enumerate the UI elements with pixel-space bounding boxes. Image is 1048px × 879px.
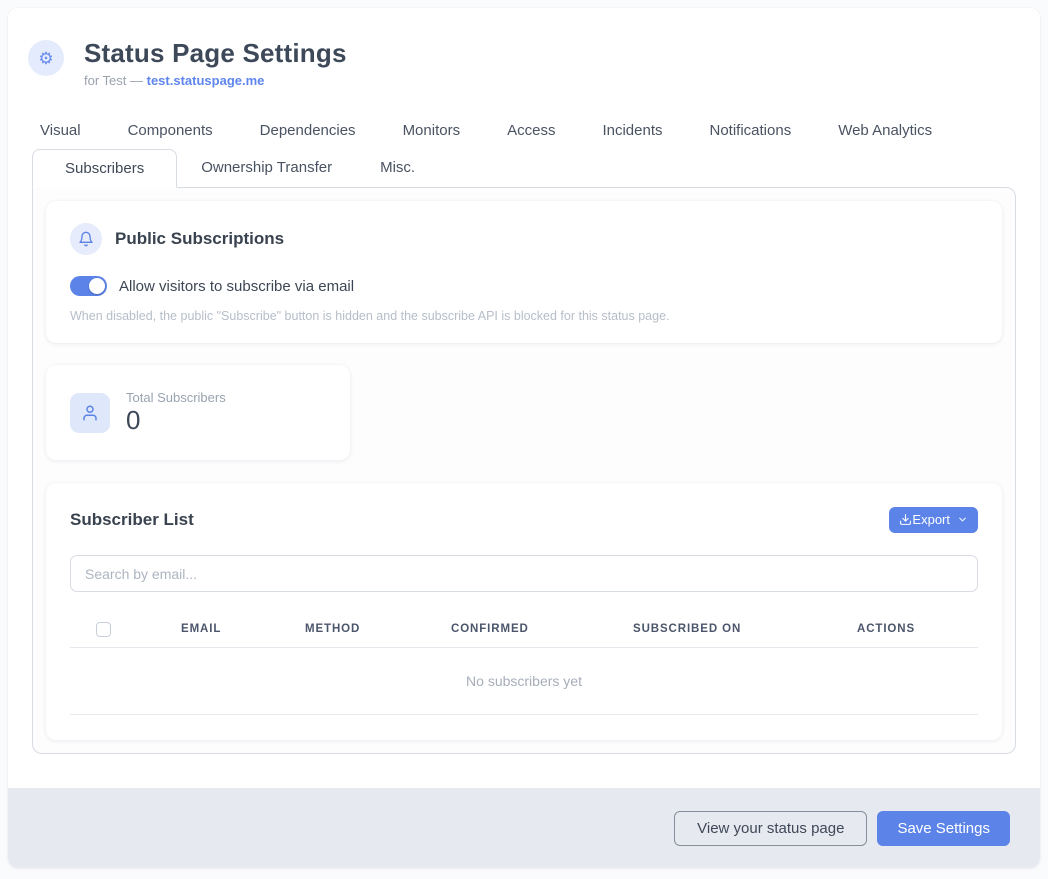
tab-web-analytics[interactable]: Web Analytics bbox=[838, 118, 932, 143]
search-input[interactable] bbox=[70, 555, 978, 592]
export-button-label: Export bbox=[912, 512, 950, 527]
status-page-link[interactable]: test.statuspage.me bbox=[147, 73, 265, 88]
subscriber-table-header-row: EMAIL METHOD CONFIRMED SUBSCRIBED ON ACT… bbox=[70, 611, 978, 648]
tab-notifications[interactable]: Notifications bbox=[710, 118, 792, 143]
view-status-page-button[interactable]: View your status page bbox=[674, 811, 867, 846]
save-settings-button[interactable]: Save Settings bbox=[877, 811, 1010, 846]
subtitle-prefix: for Test — bbox=[84, 73, 147, 88]
column-header-email: EMAIL bbox=[181, 623, 305, 635]
subscribe-toggle[interactable] bbox=[70, 276, 107, 296]
subscribers-tab-panel: Public Subscriptions Allow visitors to s… bbox=[32, 187, 1016, 754]
user-icon bbox=[70, 393, 110, 433]
total-subscribers-label: Total Subscribers bbox=[126, 390, 226, 405]
empty-state-row: No subscribers yet bbox=[70, 648, 978, 715]
tab-ownership-transfer[interactable]: Ownership Transfer bbox=[177, 149, 356, 187]
tabs-row-secondary: Subscribers Ownership Transfer Misc. bbox=[32, 149, 1016, 187]
status-page-settings-panel: ⚙ Status Page Settings for Test — test.s… bbox=[8, 8, 1040, 868]
tab-incidents[interactable]: Incidents bbox=[602, 118, 662, 143]
empty-state-message: No subscribers yet bbox=[466, 673, 582, 689]
total-subscribers-card: Total Subscribers 0 bbox=[46, 365, 350, 460]
subscriber-table: EMAIL METHOD CONFIRMED SUBSCRIBED ON ACT… bbox=[70, 611, 978, 715]
page-subtitle: for Test — test.statuspage.me bbox=[84, 73, 347, 88]
column-header-method: METHOD bbox=[305, 623, 451, 635]
tab-access[interactable]: Access bbox=[507, 118, 555, 143]
tab-subscribers[interactable]: Subscribers bbox=[32, 149, 177, 188]
column-header-actions: ACTIONS bbox=[857, 623, 978, 635]
tab-dependencies[interactable]: Dependencies bbox=[260, 118, 356, 143]
header-text: Status Page Settings for Test — test.sta… bbox=[84, 38, 347, 88]
footer-action-bar: View your status page Save Settings bbox=[8, 788, 1040, 868]
subscribe-toggle-label: Allow visitors to subscribe via email bbox=[119, 278, 354, 295]
chevron-down-icon bbox=[957, 514, 968, 525]
download-icon bbox=[899, 513, 912, 526]
subscriber-list-header: Subscriber List Export bbox=[70, 507, 978, 533]
column-header-confirmed: CONFIRMED bbox=[451, 623, 633, 635]
public-subscriptions-title: Public Subscriptions bbox=[115, 229, 284, 249]
subscribe-toggle-row: Allow visitors to subscribe via email bbox=[70, 276, 978, 296]
tabs-row-primary: Visual Components Dependencies Monitors … bbox=[8, 118, 1040, 143]
total-subscribers-value: 0 bbox=[126, 406, 226, 435]
page-header: ⚙ Status Page Settings for Test — test.s… bbox=[8, 8, 1040, 88]
bell-icon bbox=[70, 223, 102, 255]
gear-icon: ⚙ bbox=[28, 40, 64, 76]
subscribe-helper-text: When disabled, the public "Subscribe" bu… bbox=[70, 309, 978, 323]
select-all-cell bbox=[70, 622, 181, 637]
public-subscriptions-header: Public Subscriptions bbox=[70, 223, 978, 255]
export-button[interactable]: Export bbox=[889, 507, 978, 533]
public-subscriptions-card: Public Subscriptions Allow visitors to s… bbox=[46, 201, 1002, 343]
total-subscribers-meta: Total Subscribers 0 bbox=[126, 390, 226, 435]
select-all-checkbox[interactable] bbox=[96, 622, 111, 637]
page-title: Status Page Settings bbox=[84, 38, 347, 69]
subscriber-list-title: Subscriber List bbox=[70, 510, 194, 530]
tab-monitors[interactable]: Monitors bbox=[403, 118, 461, 143]
toggle-knob bbox=[89, 278, 105, 294]
tab-components[interactable]: Components bbox=[128, 118, 213, 143]
tab-visual[interactable]: Visual bbox=[40, 118, 81, 143]
tab-misc[interactable]: Misc. bbox=[356, 149, 439, 187]
column-header-subscribed-on: SUBSCRIBED ON bbox=[633, 623, 857, 635]
subscriber-list-card: Subscriber List Export bbox=[46, 483, 1002, 740]
